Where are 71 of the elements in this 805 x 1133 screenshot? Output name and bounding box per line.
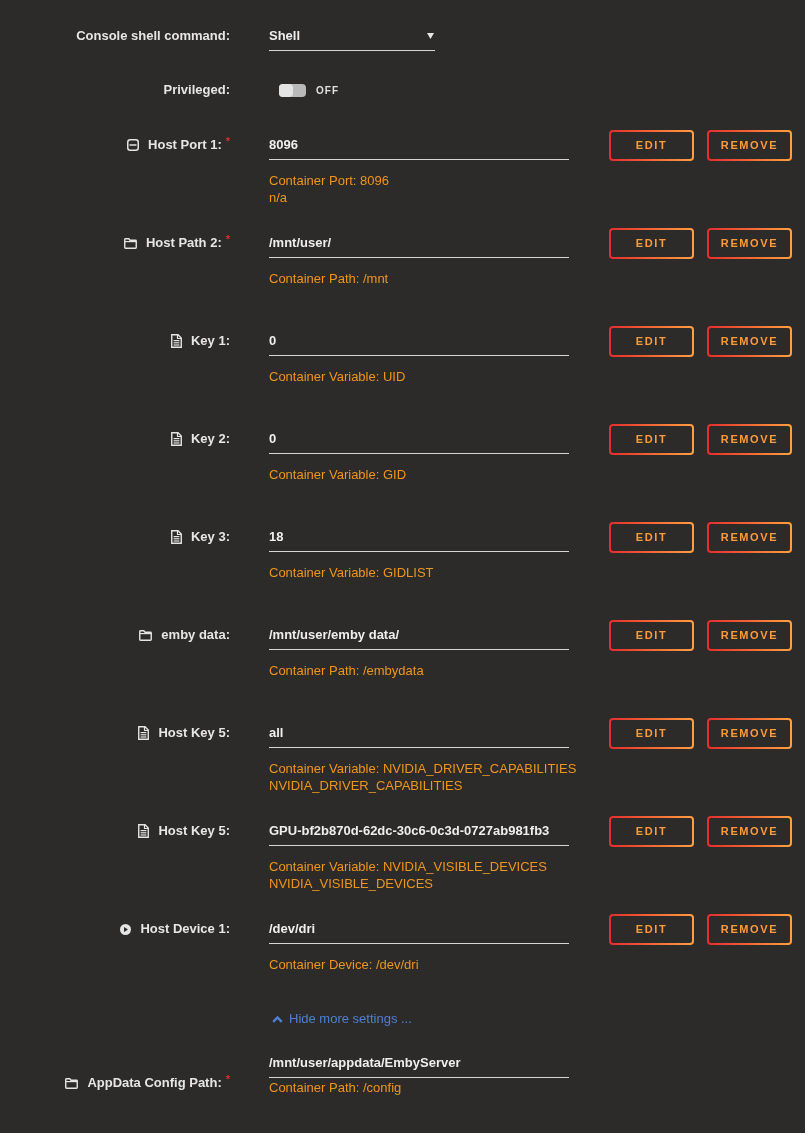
minus-square-icon bbox=[127, 139, 140, 151]
remove-button[interactable]: REMOVE bbox=[707, 228, 792, 259]
field-label: Host Port 1: bbox=[148, 136, 222, 155]
text-field[interactable]: /mnt/user/ bbox=[269, 228, 569, 258]
text-field[interactable]: /mnt/user/appdata/EmbyServer bbox=[269, 1048, 569, 1078]
select-field[interactable]: Shell bbox=[269, 21, 435, 51]
field-description: NVIDIA_VISIBLE_DEVICES bbox=[269, 875, 433, 892]
field-description: n/a bbox=[269, 189, 288, 206]
folder-icon bbox=[139, 629, 153, 641]
field-description: Container Variable: UID bbox=[269, 368, 406, 385]
field-label: Console shell command: bbox=[76, 27, 230, 46]
text-field[interactable]: 0 bbox=[269, 424, 569, 454]
play-circle-icon bbox=[120, 923, 132, 935]
text-field[interactable]: 8096 bbox=[269, 130, 569, 160]
folder-icon bbox=[123, 237, 137, 249]
caret-down-icon bbox=[427, 32, 434, 39]
field-description: NVIDIA_DRIVER_CAPABILITIES bbox=[269, 777, 463, 794]
field-label: Host Key 5: bbox=[158, 822, 230, 841]
text-field[interactable]: 18 bbox=[269, 522, 569, 552]
folder-icon bbox=[65, 1077, 79, 1089]
required-asterisk: * bbox=[225, 233, 230, 245]
field-label: Host Key 5: bbox=[158, 724, 230, 743]
field-description: Container Variable: GIDLIST bbox=[269, 564, 434, 581]
remove-button[interactable]: REMOVE bbox=[707, 130, 792, 161]
field-label: AppData Config Path: bbox=[87, 1074, 222, 1093]
field-label: Key 3: bbox=[190, 528, 230, 547]
document-icon bbox=[170, 530, 182, 544]
edit-button[interactable]: EDIT bbox=[609, 620, 694, 651]
required-asterisk: * bbox=[225, 135, 230, 147]
edit-button[interactable]: EDIT bbox=[609, 914, 694, 945]
field-description: Container Variable: NVIDIA_DRIVER_CAPABILITIES bbox=[269, 760, 577, 777]
remove-button[interactable]: REMOVE bbox=[707, 424, 792, 455]
field-description: Container Variable: GID bbox=[269, 466, 407, 483]
field-label: Privileged: bbox=[163, 81, 230, 100]
document-icon bbox=[138, 824, 150, 838]
edit-button[interactable]: EDIT bbox=[609, 326, 694, 357]
field-description: Container Port: 8096 bbox=[269, 172, 389, 189]
field-description: Container Path: /embydata bbox=[269, 662, 424, 679]
field-label: Key 1: bbox=[190, 332, 230, 351]
field-description: Container Path: /config bbox=[269, 1079, 402, 1096]
document-icon bbox=[138, 726, 150, 740]
toggle-state-label: OFF bbox=[316, 83, 339, 98]
document-icon bbox=[170, 432, 182, 446]
field-description: Container Variable: NVIDIA_VISIBLE_DEVICES bbox=[269, 858, 547, 875]
field-label: Host Device 1: bbox=[140, 920, 230, 939]
text-field[interactable]: /dev/dri bbox=[269, 914, 569, 944]
field-description: Container Device: /dev/dri bbox=[269, 956, 419, 973]
document-icon bbox=[170, 334, 182, 348]
field-label: Key 2: bbox=[190, 430, 230, 449]
text-field[interactable]: /mnt/user/emby data/ bbox=[269, 620, 569, 650]
hide-settings-link[interactable]: Hide more settings ... bbox=[272, 1012, 412, 1026]
field-description: Container Path: /mnt bbox=[269, 270, 389, 287]
required-asterisk: * bbox=[225, 1073, 230, 1085]
toggle-switch[interactable] bbox=[279, 83, 306, 97]
edit-button[interactable]: EDIT bbox=[609, 718, 694, 749]
edit-button[interactable]: EDIT bbox=[609, 424, 694, 455]
field-label: emby data: bbox=[161, 626, 230, 645]
text-field[interactable]: GPU-bf2b870d-62dc-30c6-0c3d-0727ab981fb3 bbox=[269, 816, 569, 846]
remove-button[interactable]: REMOVE bbox=[707, 620, 792, 651]
edit-button[interactable]: EDIT bbox=[609, 228, 694, 259]
remove-button[interactable]: REMOVE bbox=[707, 522, 792, 553]
remove-button[interactable]: REMOVE bbox=[707, 914, 792, 945]
field-label: Host Path 2: bbox=[145, 234, 222, 253]
text-field[interactable]: all bbox=[269, 718, 569, 748]
remove-button[interactable]: REMOVE bbox=[707, 718, 792, 749]
remove-button[interactable]: REMOVE bbox=[707, 326, 792, 357]
edit-button[interactable]: EDIT bbox=[609, 130, 694, 161]
edit-button[interactable]: EDIT bbox=[609, 816, 694, 847]
remove-button[interactable]: REMOVE bbox=[707, 816, 792, 847]
text-field[interactable]: 0 bbox=[269, 326, 569, 356]
edit-button[interactable]: EDIT bbox=[609, 522, 694, 553]
